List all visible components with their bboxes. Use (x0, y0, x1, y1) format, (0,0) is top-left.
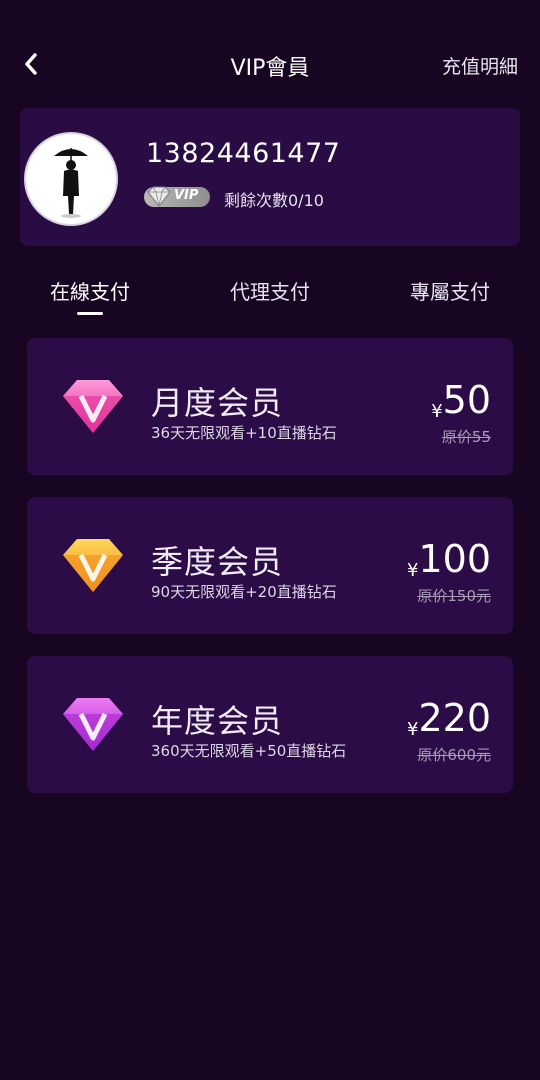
plan-price: ¥50 (431, 378, 491, 422)
plan-card-quarterly[interactable]: 季度会员 90天无限观看+20直播钻石 ¥100 原价150元 (27, 497, 513, 634)
orange-diamond-icon (63, 539, 123, 592)
tab-agent-payment[interactable]: 代理支付 (200, 276, 340, 305)
price-amount: 220 (418, 696, 491, 740)
price-amount: 50 (442, 378, 491, 422)
tab-exclusive-payment[interactable]: 專屬支付 (380, 276, 520, 305)
vip-badge-label: VIP (174, 188, 199, 203)
tab-online-payment[interactable]: 在線支付 (20, 276, 160, 305)
remaining-count: 剩餘次數0/10 (224, 191, 324, 210)
currency-symbol: ¥ (431, 401, 443, 422)
original-price: 原价55 (441, 428, 491, 446)
umbrella-figure-icon (54, 148, 88, 218)
price-amount: 100 (418, 537, 491, 581)
pink-diamond-icon (63, 380, 123, 433)
diamond-icon (147, 186, 171, 207)
plan-name: 季度会员 (151, 543, 284, 581)
recharge-records-link[interactable]: 充值明細 (442, 52, 518, 79)
purple-diamond-icon (63, 698, 123, 751)
plan-name: 月度会员 (151, 384, 284, 422)
plan-card-yearly[interactable]: 年度会员 360天无限观看+50直播钻石 ¥220 原价600元 (27, 656, 513, 793)
active-tab-indicator (77, 312, 103, 315)
original-price: 原价150元 (417, 587, 491, 605)
plan-price: ¥100 (407, 537, 491, 581)
plan-price: ¥220 (407, 696, 491, 740)
currency-symbol: ¥ (407, 719, 419, 740)
vip-badge: VIP (144, 186, 210, 207)
profile-card: 13824461477 VIP 剩餘次數0/10 (20, 108, 520, 246)
plan-description: 90天无限观看+20直播钻石 (151, 583, 337, 601)
phone-number: 13824461477 (146, 138, 341, 169)
plan-card-monthly[interactable]: 月度会员 36天无限观看+10直播钻石 ¥50 原价55 (27, 338, 513, 475)
currency-symbol: ¥ (407, 560, 419, 581)
plan-description: 36天无限观看+10直播钻石 (151, 424, 337, 442)
original-price: 原价600元 (417, 746, 491, 764)
plan-name: 年度会员 (151, 702, 284, 740)
avatar[interactable] (24, 132, 118, 226)
plan-description: 360天无限观看+50直播钻石 (151, 742, 347, 760)
